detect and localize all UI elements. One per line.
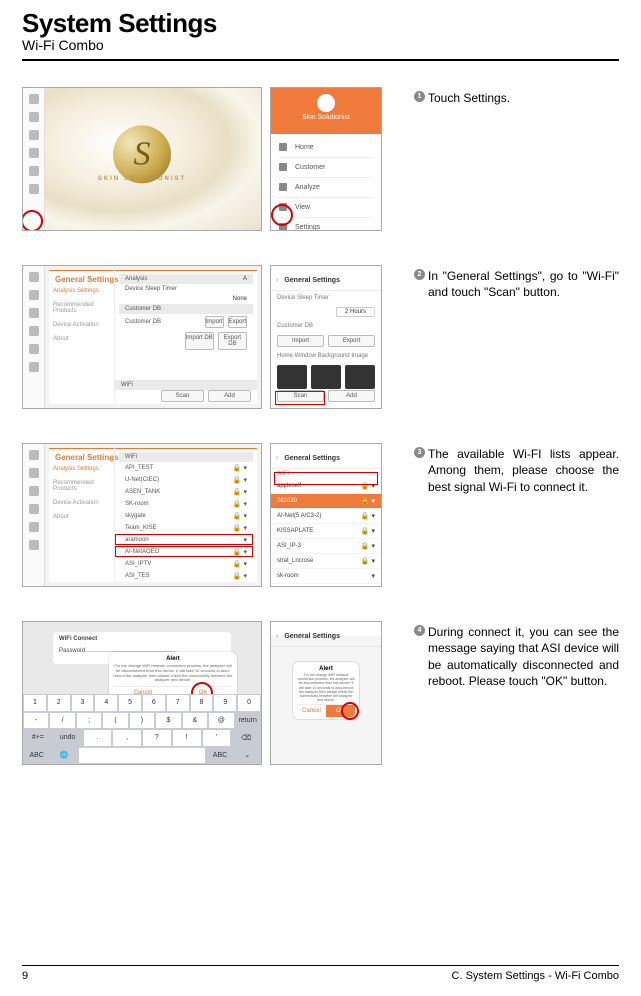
drawer-item-settings: Settings [279,218,373,231]
page-header: System Settings Wi-Fi Combo [22,8,619,53]
drawer-item-customer: Customer [279,158,373,178]
page-number: 9 [22,970,28,982]
step3-text: 3 The available Wi-FI lists appear. Amon… [398,443,619,495]
drawer-item-analyze: Analyze [279,178,373,198]
step-badge-4: 4 [414,625,425,636]
highlight-wifi-row-right [274,472,378,485]
step-1: S SKIN SOLUTIONIST Skin Solutionist Home… [22,87,619,231]
page-subtitle: Wi-Fi Combo [22,37,619,53]
step-badge-1: 1 [414,91,425,102]
wifi-item-selected: 261620🔒 ▾ [271,494,381,509]
highlight-wifi-row-left1 [115,534,253,545]
page-title: System Settings [22,8,619,39]
highlight-scan-button [275,391,325,405]
header-rule [22,59,619,61]
step2-screenshot-small: ‹General Settings Device Sleep Timer 2 H… [270,265,382,409]
drawer-item-home: Home [279,138,373,158]
page-footer: 9 C. System Settings - Wi-Fi Combo [22,965,619,982]
alert-dialog-small: Alert For the change WiFi network connec… [293,662,359,719]
onscreen-keyboard: 1234567890 -/;()$&@return #+=undo.,?!'⌫ … [23,694,261,764]
step4-screenshot-large: WiFi Connect Password Alert For the chan… [22,621,262,765]
step2-text: 2 In "General Settings", go to "Wi-Fi" a… [398,265,619,301]
step1-text: 1 Touch Settings. [398,87,619,106]
logo-icon: S [113,125,171,183]
step1-screenshot-large: S SKIN SOLUTIONIST [22,87,262,231]
step4-text: 4 During connect it, you can see the mes… [398,621,619,689]
footer-label: C. System Settings - Wi-Fi Combo [452,970,619,982]
step2-screenshot-large: General Settings Analysis Settings Recom… [22,265,262,409]
step3-screenshot-large: General Settings Analysis Settings Recom… [22,443,262,587]
drawer-brand: Skin Solutionist [302,94,350,121]
step-badge-2: 2 [414,269,425,280]
step3-screenshot-small: ‹General Settings WiFi appleself🔒 ▾ 2616… [270,443,382,587]
step-3: General Settings Analysis Settings Recom… [22,443,619,587]
drawer-item-view: View [279,198,373,218]
step4-screenshot-small: ‹General Settings Alert For the change W… [270,621,382,765]
step-4: WiFi Connect Password Alert For the chan… [22,621,619,765]
wifi-item: API_TEST🔒 ▾ [119,462,253,474]
highlight-wifi-row-left2 [115,546,253,557]
brand-label: SKIN SOLUTIONIST [98,176,186,182]
step1-screenshot-drawer: Skin Solutionist Home Customer Analyze V… [270,87,382,231]
step-badge-3: 3 [414,447,425,458]
step-2: General Settings Analysis Settings Recom… [22,265,619,409]
footer-rule [22,965,619,966]
